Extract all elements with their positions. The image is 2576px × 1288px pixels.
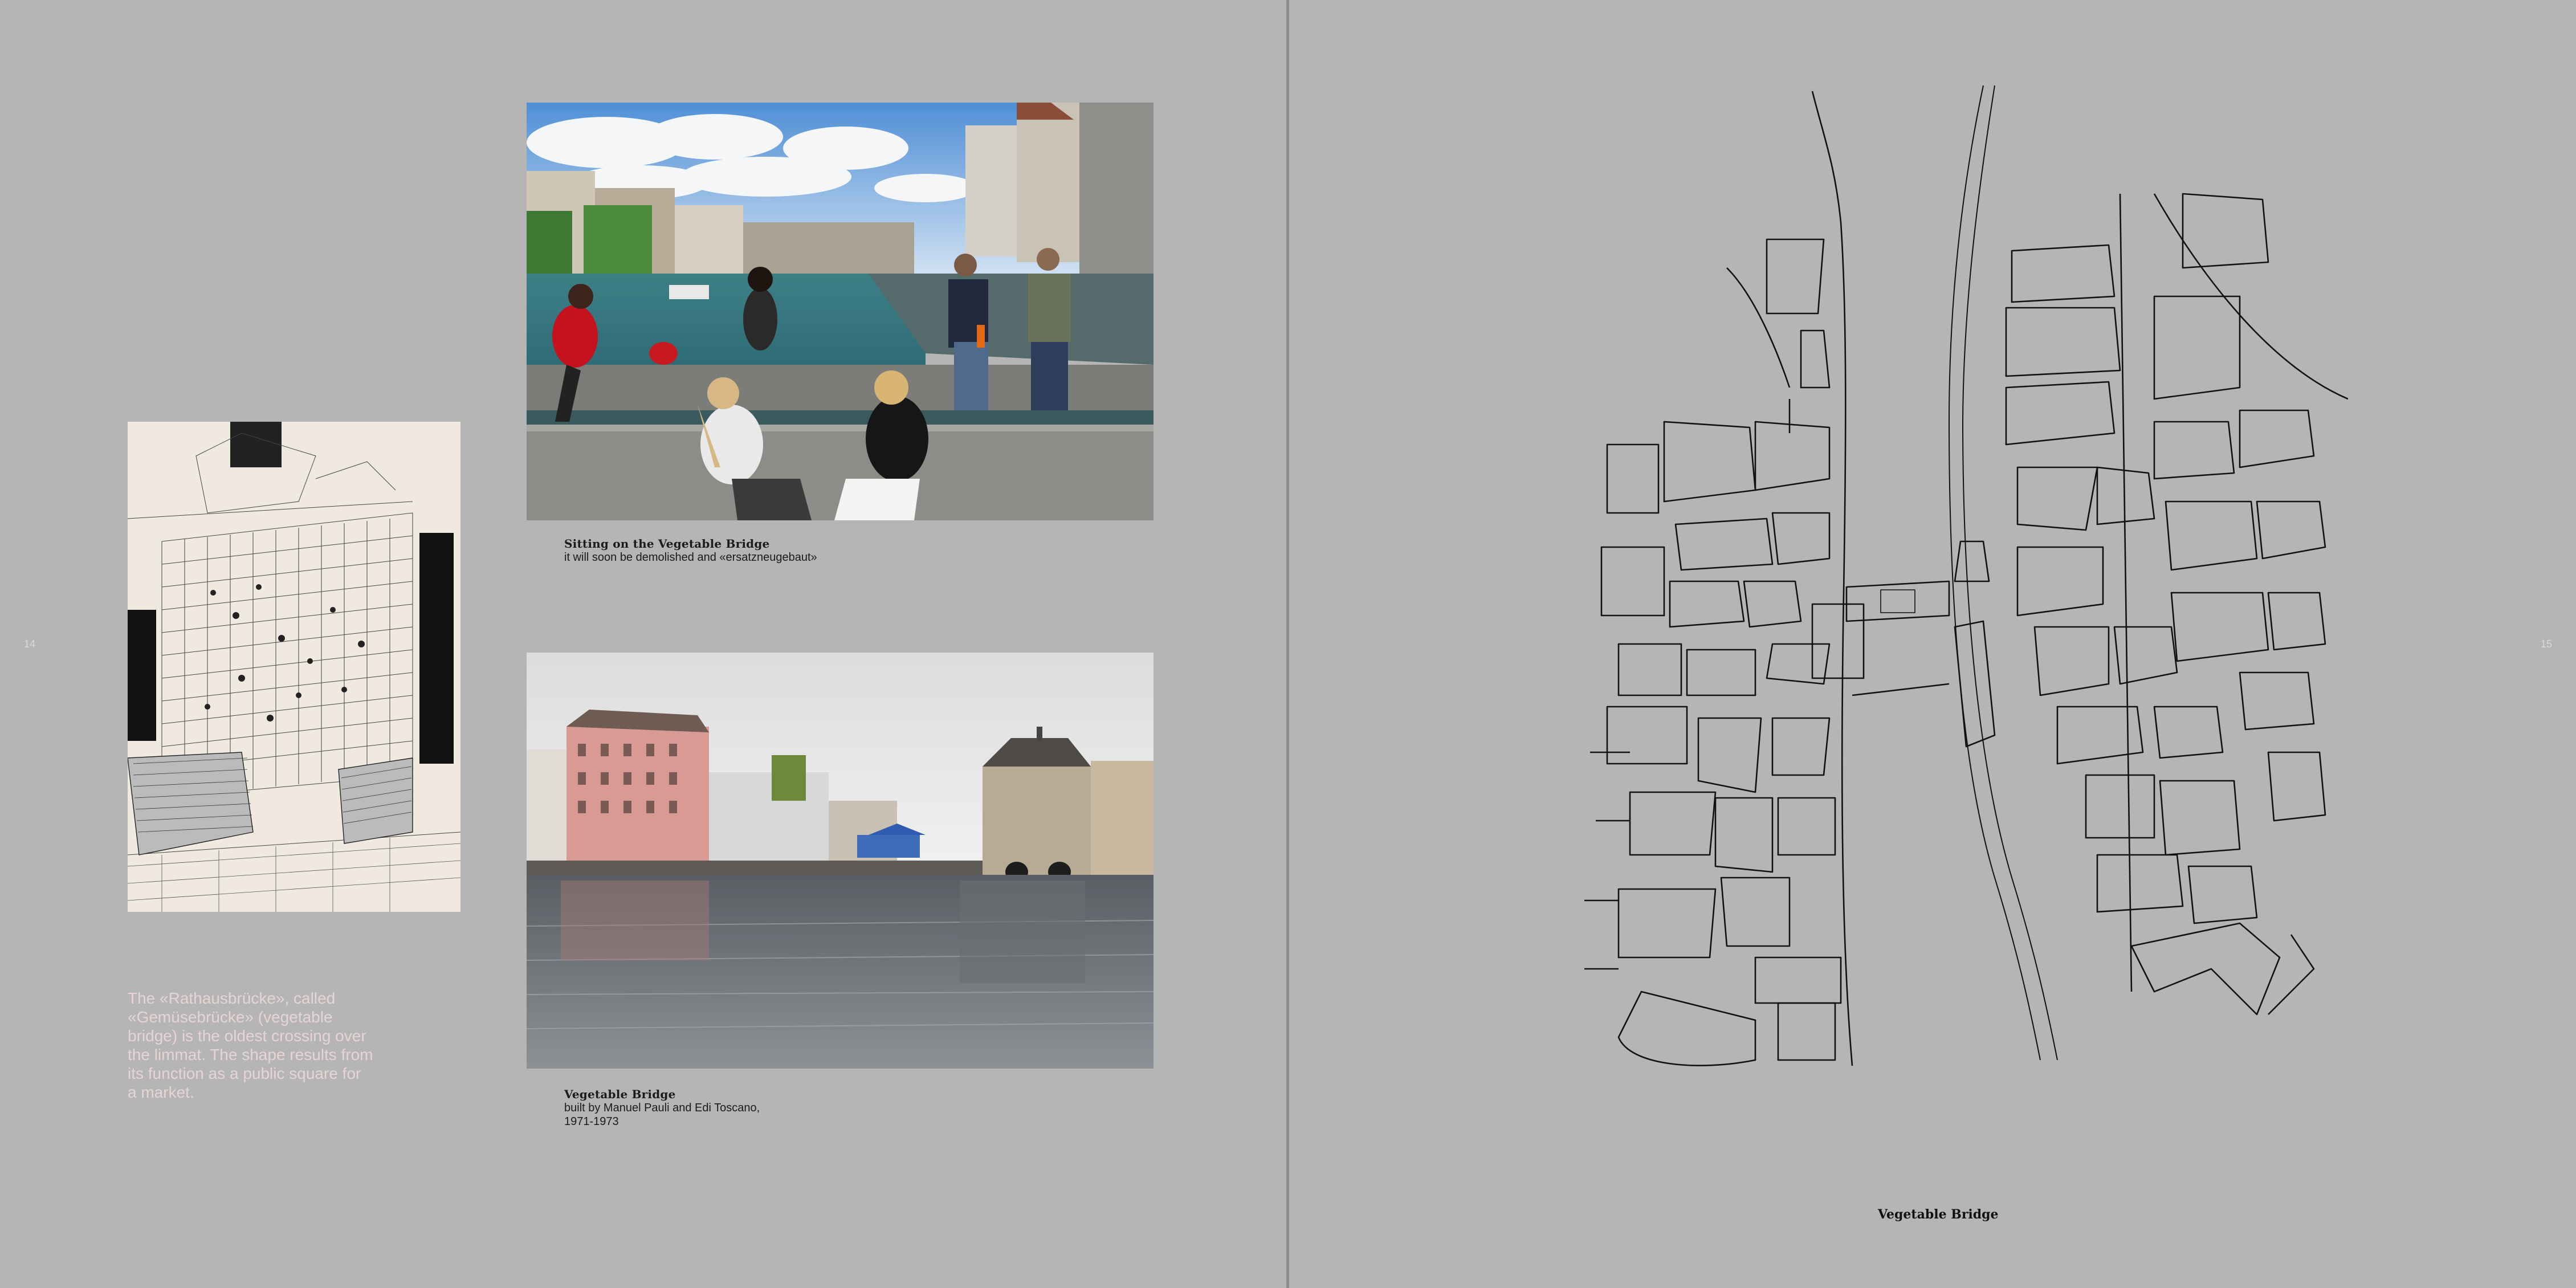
page-number-right: 15 <box>2540 638 2552 650</box>
map-title: Vegetable Bridge <box>1878 1207 1999 1222</box>
vegetable-bridge-map <box>1584 80 2348 1083</box>
caption-title: Sitting on the Vegetable Bridge <box>564 537 770 551</box>
photo-sitting-on-bridge <box>527 103 1154 520</box>
left-page: 14 The «Rathausbrücke», called «Gemüsebr… <box>0 0 1287 1288</box>
intro-line: its function as a public square for <box>128 1065 361 1082</box>
intro-line: the limmat. The shape results from <box>128 1046 373 1063</box>
caption-title: Vegetable Bridge <box>564 1087 676 1101</box>
intro-line: «Gemüsebrücke» (vegetable <box>128 1008 333 1026</box>
caption-photo-bottom: Vegetable Bridge built by Manuel Pauli a… <box>564 1087 760 1128</box>
caption-text: 1971-1973 <box>564 1115 619 1128</box>
caption-photo-top: Sitting on the Vegetable Bridge it will … <box>564 537 817 564</box>
axonometric-drawing <box>128 422 460 912</box>
page-number-left: 14 <box>24 638 36 650</box>
photo-vegetable-bridge <box>527 653 1154 1069</box>
intro-line: The «Rathausbrücke», called <box>128 989 336 1007</box>
intro-line: a market. <box>128 1083 194 1101</box>
intro-text: The «Rathausbrücke», called «Gemüsebrück… <box>128 989 396 1102</box>
caption-text: it will soon be demolished and «ersatzne… <box>564 551 817 564</box>
caption-text: built by Manuel Pauli and Edi Toscano, <box>564 1102 760 1114</box>
intro-line: bridge) is the oldest crossing over <box>128 1027 366 1045</box>
